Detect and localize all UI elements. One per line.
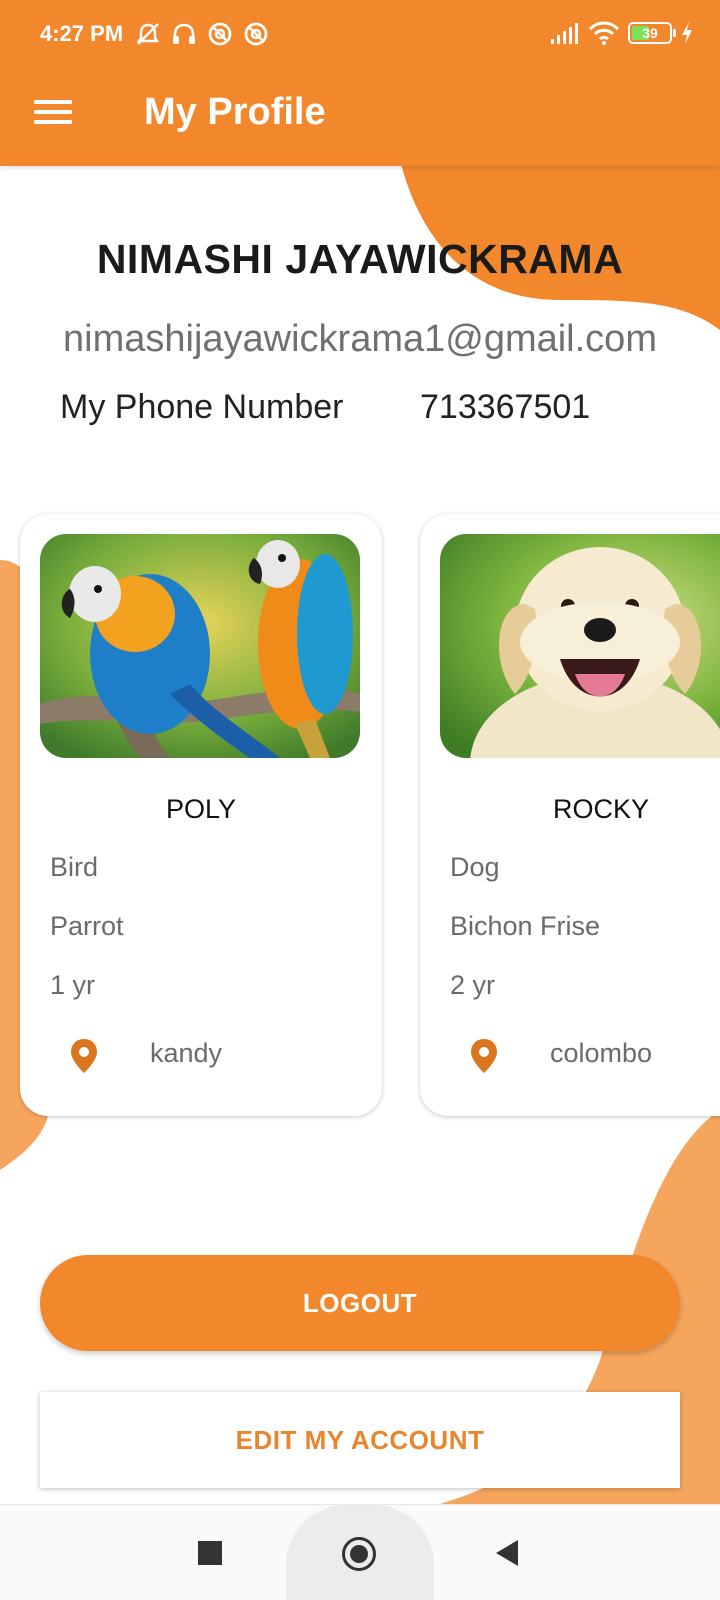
hamburger-menu-icon[interactable] xyxy=(34,94,78,134)
pet-breed: Parrot xyxy=(50,911,124,941)
status-bar: 4:27 PM 39 xyxy=(0,0,720,70)
puppy-photo xyxy=(440,534,720,758)
triangle-back-icon[interactable] xyxy=(494,1539,520,1567)
pet-name: POLY xyxy=(165,794,237,824)
logout-button[interactable]: LOGOUT xyxy=(40,1255,680,1351)
pet-age: 2 yr xyxy=(450,970,496,1000)
wifi-icon xyxy=(588,21,620,45)
pet-location: kandy xyxy=(150,1038,223,1068)
app-bar: My Profile xyxy=(0,70,720,166)
edit-account-button[interactable]: EDIT MY ACCOUNT xyxy=(40,1392,680,1488)
battery-icon: 39 xyxy=(628,22,676,44)
signal-icon xyxy=(551,23,578,44)
app-notification-icon xyxy=(244,22,268,46)
pet-name: ROCKY xyxy=(552,794,650,824)
status-right-icons: 39 xyxy=(550,20,694,46)
pet-location: colombo xyxy=(550,1038,653,1068)
pet-type: Dog xyxy=(450,852,500,882)
alarm-off-icon xyxy=(136,23,160,45)
top-app-bar: 4:27 PM 39 My Profile xyxy=(0,0,720,166)
pet-type: Bird xyxy=(50,852,99,882)
circle-home-icon[interactable] xyxy=(342,1537,376,1571)
location-pin-icon xyxy=(71,1039,97,1073)
profile-name: NIMASHI JAYAWICKRAMA xyxy=(96,236,624,282)
page-title: My Profile xyxy=(144,91,326,133)
location-pin-icon xyxy=(471,1039,497,1073)
pet-card[interactable]: POLY Bird Parrot 1 yr kandy xyxy=(20,514,382,1116)
phone-label: My Phone Number xyxy=(60,388,344,426)
parrots-photo xyxy=(40,534,360,758)
app-notification-icon xyxy=(208,22,232,46)
square-recents-icon[interactable] xyxy=(198,1541,222,1565)
pet-card[interactable]: ROCKY Dog Bichon Frise 2 yr colombo xyxy=(420,514,720,1116)
profile-screen: 4:27 PM 39 My Profile NIMASHI JAYAWICKRA… xyxy=(0,0,720,1600)
charging-icon xyxy=(682,22,692,44)
battery-level: 39 xyxy=(642,25,658,41)
phone-value: 713367501 xyxy=(420,388,591,426)
status-time: 4:27 PM xyxy=(40,21,124,46)
status-left-icons xyxy=(134,20,270,48)
pet-breed: Bichon Frise xyxy=(450,911,601,941)
profile-email: nimashijayawickrama1@gmail.com xyxy=(63,318,657,360)
pet-age: 1 yr xyxy=(50,970,96,1000)
headset-icon xyxy=(173,23,195,44)
system-navigation-bar xyxy=(0,1504,720,1600)
